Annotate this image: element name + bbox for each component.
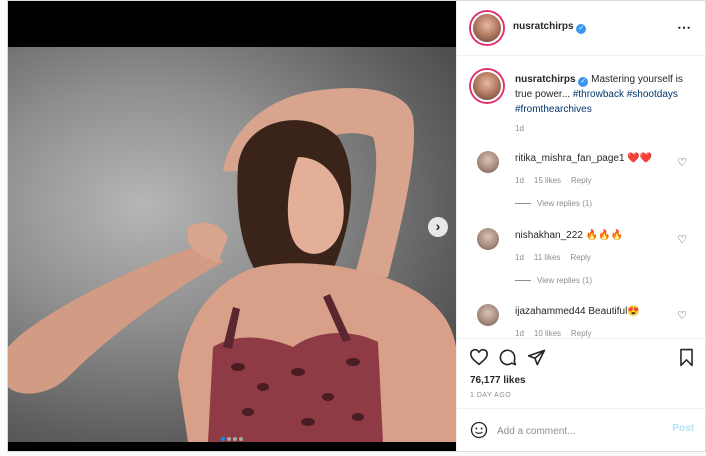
verified-badge-icon: ✓ — [578, 77, 589, 87]
emoji-icon[interactable] — [470, 421, 488, 439]
view-replies-button[interactable]: View replies (1) — [515, 276, 592, 285]
comment-3: ijazahammed44 Beautiful😍 — [515, 306, 640, 317]
comment-username[interactable]: nishakhan_222 — [515, 230, 583, 241]
next-slide-button[interactable]: › — [428, 217, 448, 237]
author-avatar[interactable] — [471, 12, 503, 44]
view-replies-label: View replies (1) — [537, 276, 592, 285]
view-replies-button[interactable]: View replies (1) — [515, 199, 592, 208]
comment-text: 🔥🔥🔥 — [585, 230, 623, 241]
comment-text: Beautiful😍 — [588, 306, 640, 317]
caption-avatar[interactable] — [471, 70, 503, 102]
commenter-avatar[interactable] — [477, 228, 499, 250]
instagram-post: › nusratchirps ✓ ⋯ nusratchirps ✓ Master… — [7, 0, 706, 452]
comment-1: ritika_mishra_fan_page1 ❤️❤️ — [515, 153, 652, 164]
comment-like-icon[interactable]: ♡ — [677, 156, 687, 169]
verified-badge-icon: ✓ — [576, 24, 587, 34]
share-icon[interactable] — [527, 348, 546, 367]
comment-like-icon[interactable]: ♡ — [677, 233, 687, 246]
bookmark-icon[interactable] — [678, 348, 695, 367]
comment-time: 1d — [515, 176, 524, 185]
caption-username[interactable]: nusratchirps — [515, 74, 576, 85]
comment-likes[interactable]: 10 likes — [534, 329, 561, 338]
heart-icon[interactable] — [469, 348, 489, 366]
comment-meta: 1d 10 likes Reply — [515, 329, 601, 338]
author-line: nusratchirps ✓ — [513, 21, 587, 34]
carousel-indicator — [8, 433, 456, 444]
reply-button[interactable]: Reply — [571, 176, 591, 185]
post-media: › — [8, 1, 456, 451]
caption: nusratchirps ✓ Mastering yourself is tru… — [515, 72, 695, 117]
author-username[interactable]: nusratchirps — [513, 21, 574, 32]
reply-button[interactable]: Reply — [570, 253, 590, 262]
comment-likes[interactable]: 15 likes — [534, 176, 561, 185]
comment-input[interactable] — [495, 421, 659, 441]
comment-text: ❤️❤️ — [627, 153, 653, 164]
photo-illustration — [8, 88, 456, 442]
comment-likes[interactable]: 11 likes — [534, 253, 561, 262]
caption-time: 1d — [515, 124, 524, 133]
carousel-dot-4 — [239, 437, 243, 441]
comment-meta: 1d 11 likes Reply — [515, 253, 601, 262]
post-actions: 76,177 likes 1 DAY AGO — [457, 338, 706, 409]
carousel-dot-2 — [227, 437, 231, 441]
comment-like-icon[interactable]: ♡ — [677, 309, 687, 322]
carousel-dot-3 — [233, 437, 237, 441]
comment-username[interactable]: ritika_mishra_fan_page1 — [515, 153, 625, 164]
post-photo[interactable] — [8, 47, 456, 442]
comment-time: 1d — [515, 253, 524, 262]
divider — [515, 203, 531, 205]
add-comment-bar: Post — [457, 408, 706, 452]
reply-button[interactable]: Reply — [571, 329, 591, 338]
divider — [515, 280, 531, 282]
carousel-dot-1 — [221, 437, 225, 441]
comment-username[interactable]: ijazahammed44 — [515, 306, 586, 317]
like-count[interactable]: 76,177 likes — [470, 375, 526, 386]
more-options-icon[interactable]: ⋯ — [677, 19, 692, 36]
comments-list: nusratchirps ✓ Mastering yourself is tru… — [457, 56, 706, 338]
comment-time: 1d — [515, 329, 524, 338]
post-header: nusratchirps ✓ ⋯ — [457, 1, 706, 56]
comment-2: nishakhan_222 🔥🔥🔥 — [515, 230, 623, 241]
post-timestamp[interactable]: 1 DAY AGO — [470, 392, 511, 399]
comment-meta: 1d 15 likes Reply — [515, 176, 601, 185]
post-comment-button[interactable]: Post — [672, 423, 694, 434]
commenter-avatar[interactable] — [477, 304, 499, 326]
commenter-avatar[interactable] — [477, 151, 499, 173]
post-side-panel: nusratchirps ✓ ⋯ nusratchirps ✓ Masterin… — [456, 1, 706, 451]
view-replies-label: View replies (1) — [537, 199, 592, 208]
comment-icon[interactable] — [498, 348, 517, 367]
